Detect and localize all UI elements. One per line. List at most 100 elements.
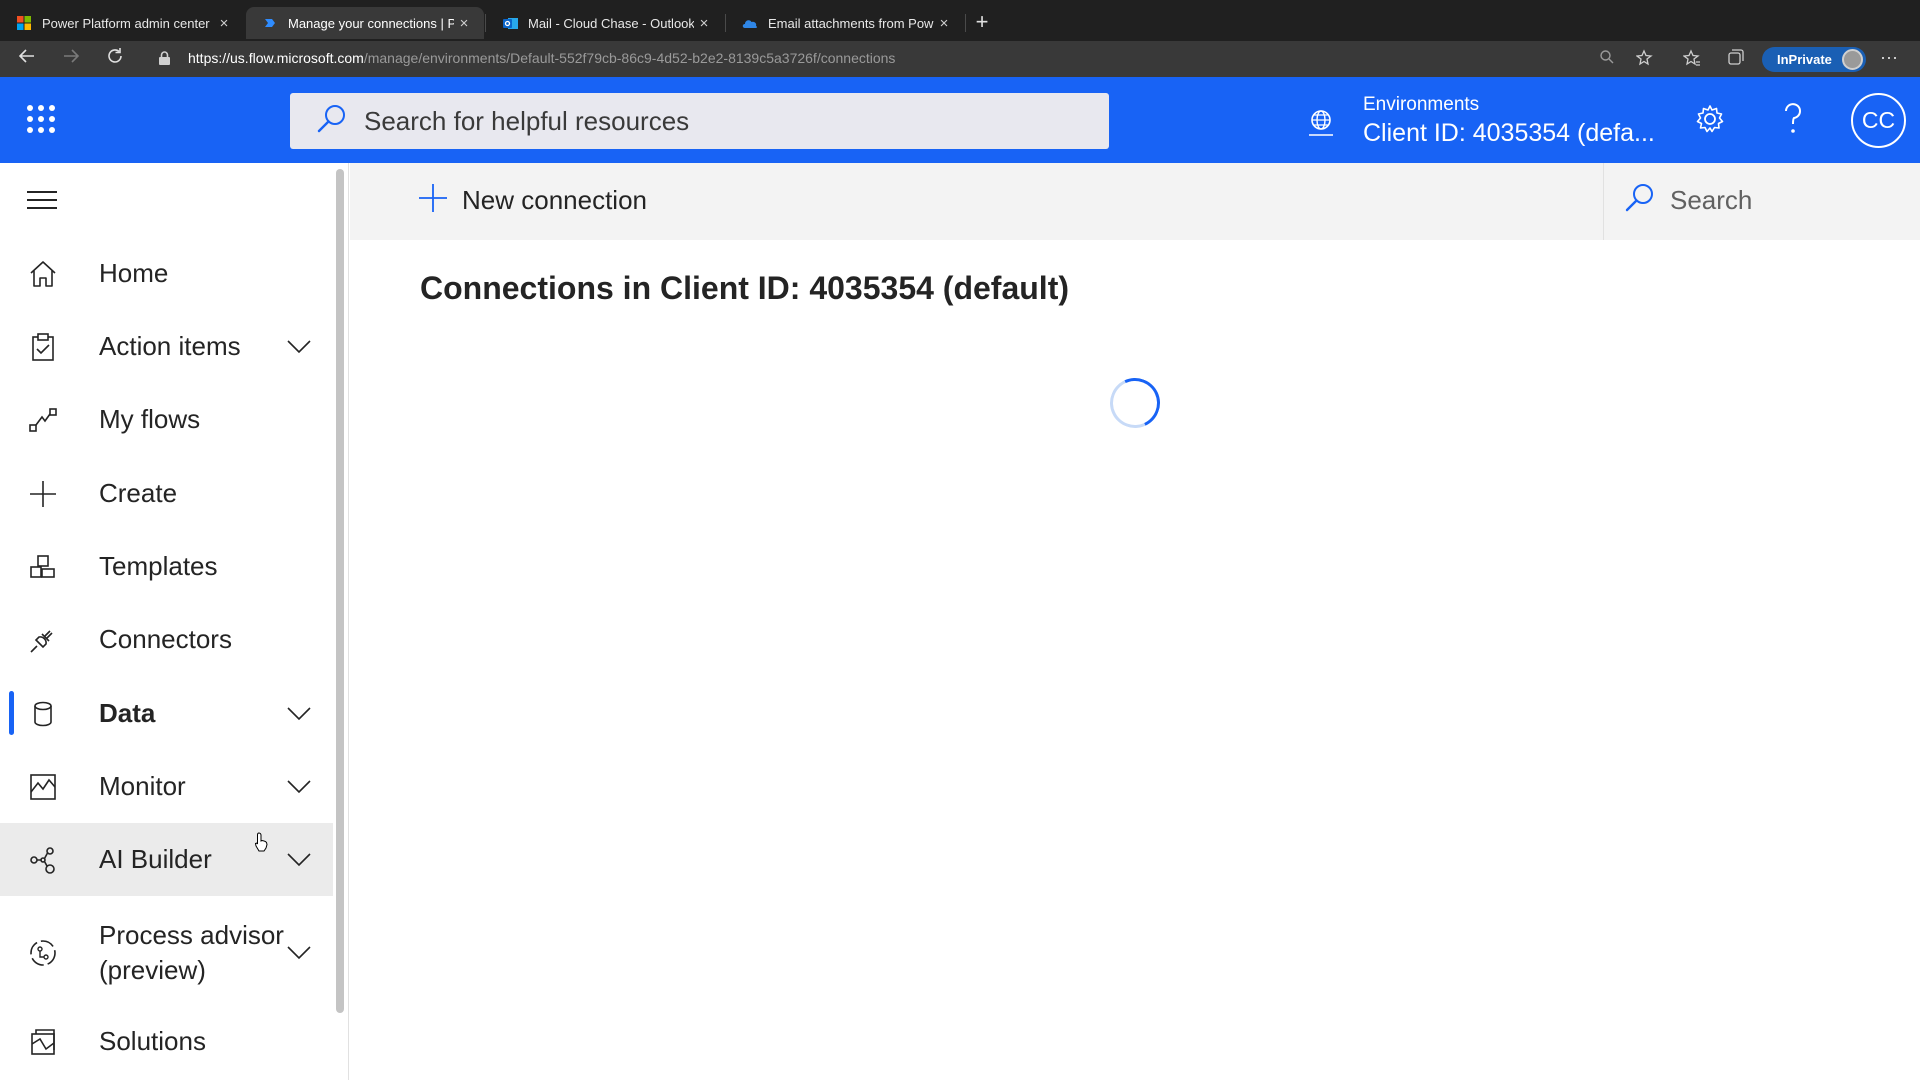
close-icon[interactable]: × [214,15,234,32]
lock-icon[interactable] [158,51,171,71]
mouse-cursor-icon [254,832,270,857]
tab-manage-connections[interactable]: Manage your connections | Po × [246,7,484,39]
chevron-down-icon[interactable] [287,946,311,960]
connections-search-input[interactable]: Search [1624,182,1752,219]
monitor-icon [28,772,58,802]
loading-spinner [1102,370,1168,436]
close-icon[interactable]: × [694,15,714,32]
tab-title: Power Platform admin center [42,15,210,31]
forward-arrow-icon[interactable] [58,47,84,71]
new-tab-button[interactable]: + [970,10,994,34]
sidebar-item-my-flows[interactable]: My flows [0,383,333,456]
command-bar: New connection Search [350,163,1920,240]
tab-email-attachments[interactable]: Email attachments from Power × [726,7,964,39]
avatar[interactable]: CC [1851,93,1906,148]
back-arrow-icon[interactable] [14,47,40,71]
sidebar-item-label: Home [99,258,169,288]
sidebar-item-label: Data [99,698,156,728]
close-icon[interactable]: × [454,15,474,32]
browser-tab-strip: Power Platform admin center × Manage you… [0,0,1920,41]
zoom-icon[interactable] [1596,49,1618,71]
sidebar-item-home[interactable]: Home [0,237,333,310]
tab-divider [965,14,966,32]
close-icon[interactable]: × [934,15,954,32]
tab-divider [485,14,486,32]
sidebar-item-label: Templates [99,551,218,581]
url-field[interactable]: https://us.flow.microsoft.com/manage/env… [188,50,895,66]
plus-icon [418,183,448,218]
sidebar-scrollbar[interactable] [336,169,344,1013]
tab-title: Mail - Cloud Chase - Outlook [528,15,694,31]
ai-builder-icon [28,845,58,875]
sidebar-item-action-items[interactable]: Action items [0,310,333,383]
sidebar-item-label: Create [99,478,178,508]
sidebar-item-solutions[interactable]: Solutions [0,1005,333,1078]
plug-icon [28,625,58,655]
chevron-down-icon[interactable] [287,706,311,721]
microsoft-logo-icon [16,15,32,31]
help-icon[interactable] [1773,99,1813,139]
tab-power-platform-admin[interactable]: Power Platform admin center × [0,7,244,39]
sidebar-item-label: Process advisor (preview) [99,920,284,985]
selected-indicator [9,691,14,735]
resource-search-input[interactable]: Search for helpful resources [290,93,1109,149]
sidebar-divider [348,163,349,1080]
gear-icon[interactable] [1690,99,1730,139]
more-options-icon[interactable]: ··· [1880,47,1898,68]
home-icon [28,259,58,289]
page-title: Connections in Client ID: 4035354 (defau… [420,270,1069,306]
tab-title: Manage your connections | Po [288,15,454,31]
outlook-icon [502,15,518,31]
url-host: https://us.flow.microsoft.com [188,50,364,66]
sidebar-item-label: AI Builder [99,844,212,874]
sidebar-item-label: My flows [99,404,201,434]
tab-divider [725,14,726,32]
flow-icon [28,405,58,435]
app-header: Search for helpful resources Environment… [0,77,1920,163]
process-advisor-icon [28,938,58,968]
favorites-icon[interactable] [1681,49,1703,71]
chevron-down-icon[interactable] [287,852,311,867]
chevron-down-icon[interactable] [287,779,311,794]
new-connection-label: New connection [462,185,647,215]
environment-label: Environments [1363,94,1480,115]
sidebar-item-process-advisor[interactable]: Process advisor (preview) [0,901,333,1005]
sidebar-item-templates[interactable]: Templates [0,530,333,603]
command-bar-divider [1603,163,1604,240]
add-favorite-icon[interactable] [1634,49,1656,71]
search-icon [316,103,348,140]
left-navigation: Home Action items My flows Create Templa… [0,163,333,1080]
onedrive-icon [742,15,758,31]
address-bar: https://us.flow.microsoft.com/manage/env… [0,41,1920,77]
new-connection-button[interactable]: New connection [418,183,647,218]
sidebar-item-label: Connectors [99,624,232,654]
search-placeholder: Search [1670,185,1753,215]
hamburger-menu-icon[interactable] [27,191,57,215]
sidebar-item-create[interactable]: Create [0,457,333,530]
power-automate-icon [262,15,278,31]
tab-outlook-mail[interactable]: Mail - Cloud Chase - Outlook × [486,7,724,39]
search-icon [1624,182,1656,219]
sidebar-item-monitor[interactable]: Monitor [0,750,333,823]
plus-icon [28,479,58,509]
sidebar-item-connectors[interactable]: Connectors [0,603,333,676]
solutions-icon [28,1027,58,1057]
database-icon [28,699,58,729]
sidebar-item-data[interactable]: Data [0,677,333,750]
sidebar-item-label: Monitor [99,771,186,801]
environment-globe-icon[interactable] [1306,107,1336,142]
sidebar-item-label: Action items [99,331,241,361]
collections-icon[interactable] [1725,49,1747,71]
profile-avatar [1842,49,1863,70]
tab-title: Email attachments from Power [768,15,934,31]
inprivate-badge[interactable]: InPrivate [1762,47,1866,72]
sidebar-item-label: Solutions [99,1026,206,1056]
environment-picker[interactable]: Client ID: 4035354 (defa... [1363,119,1655,148]
sidebar-item-ai-builder[interactable]: AI Builder [0,823,333,896]
chevron-down-icon[interactable] [287,339,311,354]
search-placeholder: Search for helpful resources [364,105,690,136]
templates-icon [28,552,58,582]
app-launcher-icon[interactable] [27,105,55,133]
refresh-icon[interactable] [102,47,128,71]
inprivate-label: InPrivate [1777,52,1832,67]
